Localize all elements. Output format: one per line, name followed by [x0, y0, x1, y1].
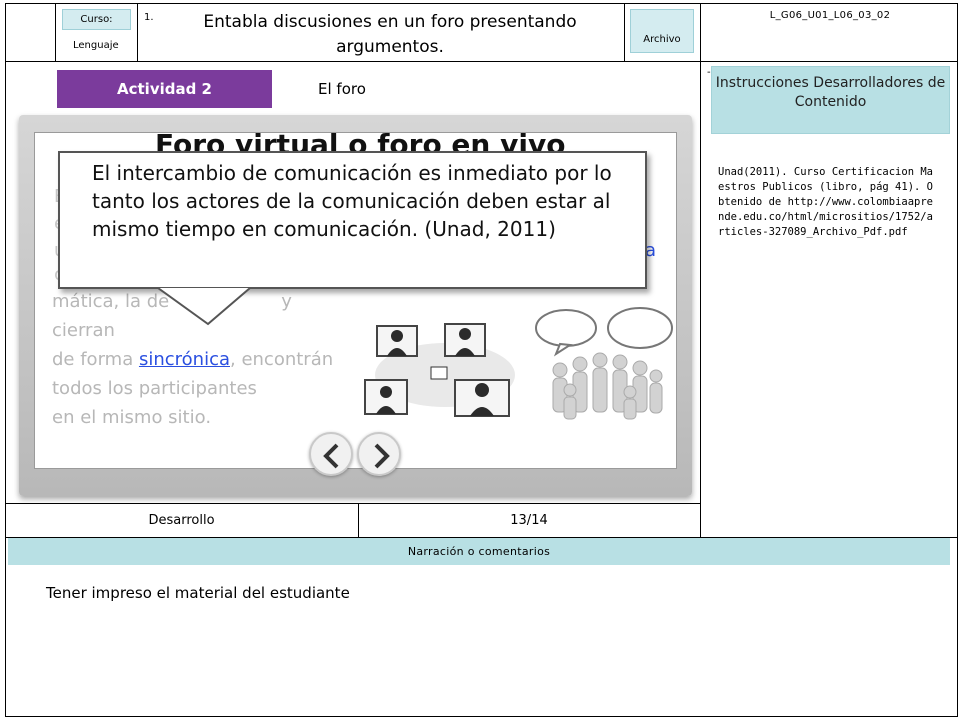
narration-header: Narración o comentarios: [8, 538, 950, 565]
lesson-code: L_G06_U01_L06_03_02: [769, 10, 891, 21]
crowd-illustration: [535, 307, 673, 420]
sincronica-link[interactable]: sincrónica: [139, 349, 230, 370]
archivo-label: Archivo: [630, 9, 694, 53]
callout-bubble: El intercambio de comunicación es inmedi…: [58, 151, 647, 289]
instructions-title: Instrucciones Desarrolladores de Conteni…: [711, 66, 950, 134]
curso-value: Lenguaje: [73, 40, 119, 51]
narration-text: Tener impreso el material del estudiante: [46, 584, 350, 602]
prev-button[interactable]: [309, 432, 353, 476]
curso-label: Curso:: [62, 9, 131, 30]
chevron-right-icon: [374, 443, 390, 469]
next-button[interactable]: [357, 432, 401, 476]
reference-text: Unad(2011). Curso Certificacion Maestros…: [718, 166, 933, 238]
lesson-number: 1.: [144, 12, 154, 23]
lesson-title: Entabla discusiones en un foro presentan…: [203, 12, 577, 57]
chevron-left-icon: [323, 443, 339, 469]
videoconference-illustration: [364, 323, 515, 417]
activity-badge: Actividad 2: [57, 70, 272, 108]
section-label: Desarrollo: [148, 513, 215, 528]
activity-title: El foro: [318, 80, 366, 98]
callout-tail: [157, 288, 251, 326]
page-indicator: 13/14: [510, 513, 548, 528]
